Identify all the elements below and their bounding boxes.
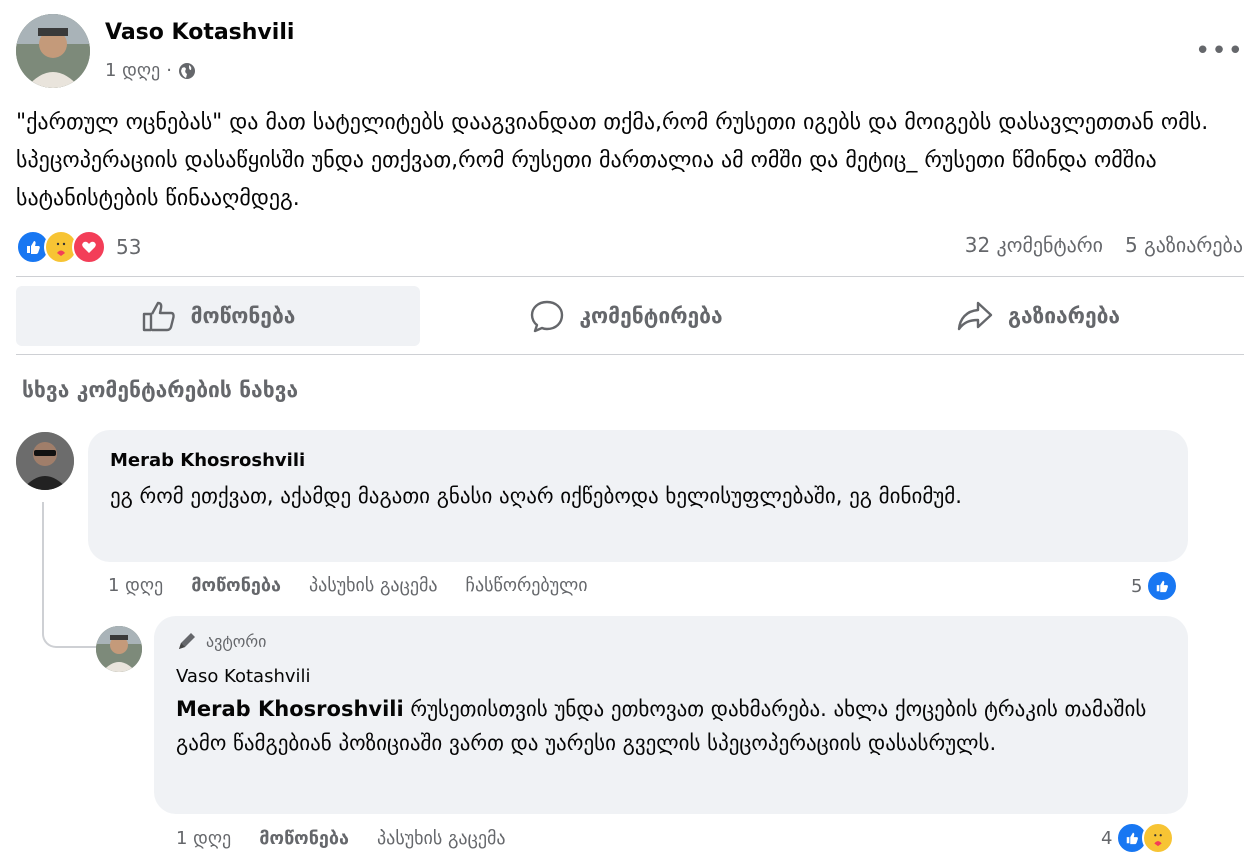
divider-top bbox=[16, 276, 1244, 277]
comment-author-name[interactable]: Merab Khosroshvili bbox=[110, 450, 305, 471]
love-reaction-icon bbox=[72, 230, 106, 264]
avatar-photo bbox=[96, 626, 142, 672]
comments-count[interactable]: 32 კომენტარი bbox=[965, 233, 1103, 257]
comment-reaction-count[interactable]: 5 bbox=[1131, 570, 1179, 602]
comment-like-button[interactable]: მოწონება bbox=[191, 575, 281, 596]
like-button-label: მოწონება bbox=[190, 304, 296, 328]
thumbs-up-icon bbox=[142, 301, 175, 332]
divider-bottom bbox=[16, 354, 1244, 355]
reply-author-name[interactable]: Vaso Kotashvili bbox=[176, 666, 311, 687]
post-text: "ქართულ ოცნებას" და მათ სატელიტებს დააგვ… bbox=[16, 110, 1209, 211]
globe-icon[interactable] bbox=[178, 62, 196, 80]
shares-count[interactable]: 5 გაზიარება bbox=[1125, 233, 1243, 257]
post-author-avatar[interactable] bbox=[16, 14, 90, 88]
mention-link[interactable]: Merab Khosroshvili bbox=[176, 697, 404, 721]
author-badge: ავტორი bbox=[176, 630, 266, 652]
comment-button[interactable]: კომენტირება bbox=[424, 286, 828, 346]
more-options-icon[interactable]: ••• bbox=[1195, 36, 1244, 66]
avatar-photo bbox=[16, 14, 90, 88]
see-more-comments-link[interactable]: სხვა კომენტარების ნახვა bbox=[22, 378, 298, 402]
like-button[interactable]: მოწონება bbox=[16, 286, 420, 346]
commenter-avatar[interactable] bbox=[16, 432, 74, 490]
post-meta: 1 დღე · bbox=[105, 60, 196, 81]
share-icon bbox=[957, 301, 993, 331]
comment-text: ეგ რომ ეთქვათ, აქამდე მაგათი გნასი აღარ … bbox=[110, 484, 962, 508]
reactions-summary[interactable]: 53 bbox=[16, 230, 141, 264]
reaction-count-number: 5 bbox=[1131, 575, 1143, 597]
reply-bubble: ავტორი Vaso Kotashvili Merab Khosroshvil… bbox=[154, 616, 1188, 814]
post-time[interactable]: 1 დღე bbox=[105, 60, 160, 81]
post-stats: 32 კომენტარი 5 გაზიარება bbox=[965, 233, 1243, 257]
avatar-photo bbox=[16, 432, 74, 490]
reply-like-button[interactable]: მოწონება bbox=[259, 828, 349, 849]
comment-actions: 1 დღე მოწონება პასუხის გაცემა ჩასწორებულ… bbox=[108, 575, 588, 596]
comment-bubble: Merab Khosroshvili ეგ რომ ეთქვათ, აქამდე… bbox=[88, 430, 1188, 562]
reply-author-avatar[interactable] bbox=[96, 626, 142, 672]
reply-actions: 1 დღე მოწონება პასუხის გაცემა bbox=[176, 828, 506, 849]
care-reaction-icon bbox=[1142, 822, 1175, 854]
post-author-name[interactable]: Vaso Kotashvili bbox=[105, 20, 294, 45]
reaction-count: 53 bbox=[116, 235, 142, 259]
like-reaction-icon bbox=[1146, 570, 1179, 602]
pen-icon bbox=[179, 633, 195, 649]
comment-reply-button[interactable]: პასუხის გაცემა bbox=[309, 575, 438, 596]
reaction-count-number: 4 bbox=[1101, 827, 1113, 849]
comment-time[interactable]: 1 დღე bbox=[108, 575, 163, 596]
reply-reply-button[interactable]: პასუხის გაცემა bbox=[377, 828, 506, 849]
share-button[interactable]: გაზიარება bbox=[836, 286, 1240, 346]
reply-text: Merab Khosroshvili რუსეთისთვის უნდა ეთხო… bbox=[176, 692, 1156, 760]
reply-time[interactable]: 1 დღე bbox=[176, 828, 231, 849]
comment-icon bbox=[531, 300, 564, 333]
share-button-label: გაზიარება bbox=[1007, 304, 1121, 328]
reply-reaction-count[interactable]: 4 bbox=[1101, 822, 1175, 854]
comment-button-label: კომენტირება bbox=[579, 304, 723, 328]
author-badge-label: ავტორი bbox=[206, 631, 267, 651]
meta-separator: · bbox=[166, 60, 172, 81]
comment-edited-label[interactable]: ჩასწორებული bbox=[466, 575, 588, 596]
